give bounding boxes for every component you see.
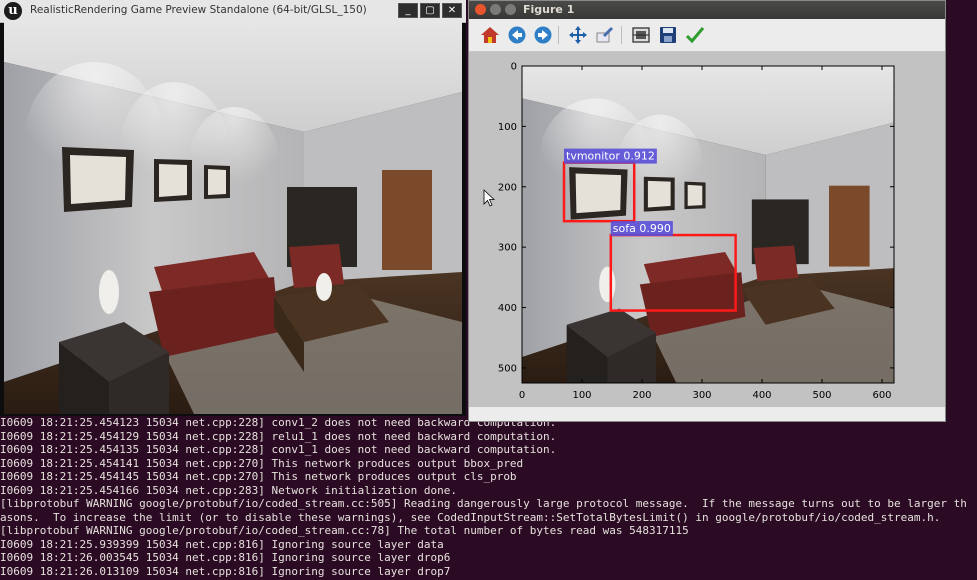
terminal-line: I0609 18:21:25.454129 15034 net.cpp:228]… <box>0 429 557 443</box>
toolbar-separator <box>621 26 622 44</box>
forward-icon[interactable] <box>533 25 553 45</box>
terminal-output[interactable]: I0609 18:21:25.454123 15034 net.cpp:228]… <box>0 416 977 578</box>
room-render <box>4 22 462 414</box>
x-tick-label: 300 <box>692 390 711 401</box>
maximize-window-button[interactable] <box>505 4 516 15</box>
game-window-title: RealisticRendering Game Preview Standalo… <box>30 4 367 16</box>
game-viewport[interactable] <box>4 22 462 414</box>
figure-titlebar[interactable]: Figure 1 <box>469 1 945 19</box>
y-tick-label: 100 <box>498 122 517 133</box>
x-tick-label: 400 <box>752 390 771 401</box>
pan-icon[interactable] <box>568 25 588 45</box>
x-tick-label: 500 <box>812 390 831 401</box>
terminal-line: I0609 18:21:26.003545 15034 net.cpp:816]… <box>0 551 451 564</box>
home-icon[interactable] <box>480 25 500 45</box>
terminal-line: I0609 18:21:25.454135 15034 net.cpp:228]… <box>0 443 557 456</box>
mouse-cursor-icon <box>483 189 496 207</box>
terminal-line: I0609 18:21:26.013109 15034 net.cpp:816]… <box>0 564 451 578</box>
terminal-line: asons. To increase the limit (or to disa… <box>0 510 941 524</box>
y-tick-label: 400 <box>498 303 517 314</box>
toolbar-separator <box>558 26 559 44</box>
minimize-window-button[interactable] <box>490 4 501 15</box>
back-icon[interactable] <box>507 25 527 45</box>
terminal-line: I0609 18:21:25.454145 15034 net.cpp:270]… <box>0 470 517 483</box>
terminal-line: I0609 18:21:25.454166 15034 net.cpp:283]… <box>0 483 457 497</box>
figure-title: Figure 1 <box>523 3 575 16</box>
plot-area[interactable]: 0 100 200 300 400 500 600 0 100 200 300 400 500 tvm… <box>469 52 945 407</box>
zoom-icon[interactable] <box>595 25 615 45</box>
configure-subplots-icon[interactable] <box>631 25 651 45</box>
detection-label: sofa 0.990 <box>613 222 671 235</box>
save-icon[interactable] <box>658 25 678 45</box>
terminal-line: I0609 18:21:25.454141 15034 net.cpp:270]… <box>0 456 524 470</box>
game-preview-window[interactable]: u RealisticRendering Game Preview Standa… <box>0 0 466 416</box>
x-tick-label: 200 <box>632 390 651 401</box>
game-titlebar[interactable]: u RealisticRendering Game Preview Standa… <box>0 0 466 23</box>
matplotlib-toolbar <box>469 19 945 52</box>
terminal-line: [libprotobuf WARNING google/protobuf/io/… <box>0 497 967 510</box>
figure-status-bar <box>469 407 945 421</box>
maximize-button[interactable]: ▢ <box>420 3 440 18</box>
x-tick-label: 0 <box>519 390 525 401</box>
detection-image <box>522 66 894 383</box>
unreal-logo-icon: u <box>4 2 22 20</box>
y-tick-label: 200 <box>498 182 517 193</box>
edit-axes-icon[interactable] <box>685 25 705 45</box>
detection-label: tvmonitor 0.912 <box>566 150 655 163</box>
figure-canvas[interactable]: 0 100 200 300 400 500 600 0 100 200 300 400 500 tvm… <box>469 52 945 407</box>
y-tick-label: 300 <box>498 243 517 254</box>
y-tick-label: 500 <box>498 363 517 374</box>
close-window-button[interactable] <box>475 4 486 15</box>
figure-window[interactable]: Figure 1 0 100 200 300 400 500 600 0 100… <box>468 0 946 422</box>
terminal-line: [libprotobuf WARNING google/protobuf/io/… <box>0 524 689 537</box>
x-tick-label: 100 <box>572 390 591 401</box>
y-tick-label: 0 <box>511 62 517 73</box>
x-tick-label: 600 <box>872 390 891 401</box>
close-button[interactable]: ✕ <box>442 3 462 18</box>
minimize-button[interactable]: _ <box>398 3 418 18</box>
terminal-line: I0609 18:21:25.939399 15034 net.cpp:816]… <box>0 537 444 551</box>
